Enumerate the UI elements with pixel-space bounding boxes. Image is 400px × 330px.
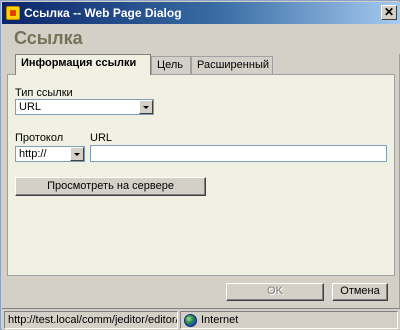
protocol-label: Протокол [15, 132, 64, 144]
link-type-label: Тип ссылки [15, 87, 73, 99]
page-dialog-icon [6, 6, 20, 20]
url-label: URL [90, 132, 113, 144]
close-button[interactable]: ✕ [381, 5, 397, 20]
link-type-select[interactable]: URL [15, 99, 154, 115]
globe-icon [184, 314, 197, 327]
browse-server-button[interactable]: Просмотреть на сервере [15, 177, 206, 196]
link-type-value: URL [19, 101, 42, 113]
security-zone: Internet [180, 311, 398, 329]
tab-panel: Тип ссылки URL Протокол http:// URL Прос… [7, 74, 395, 276]
dialog-header: Ссылка [2, 24, 400, 54]
chevron-down-icon[interactable] [70, 147, 84, 161]
tab-target[interactable]: Цель [151, 56, 191, 75]
chevron-down-icon[interactable] [139, 100, 153, 114]
ok-button[interactable]: OK [226, 283, 324, 301]
window-title: Ссылка -- Web Page Dialog [24, 6, 182, 20]
title-bar[interactable]: Ссылка -- Web Page Dialog ✕ [2, 2, 400, 24]
dialog-window: Ссылка -- Web Page Dialog ✕ Ссылка Инфор… [0, 0, 400, 330]
tab-advanced[interactable]: Расширенный [191, 56, 273, 75]
status-bar: http://test.local/comm/jeditor/editor/ I… [2, 308, 400, 330]
dialog-heading: Ссылка [14, 28, 83, 48]
zone-label: Internet [201, 314, 239, 326]
protocol-value: http:// [19, 148, 47, 160]
tab-link-info[interactable]: Информация ссылки [15, 54, 151, 75]
protocol-select[interactable]: http:// [15, 146, 85, 162]
status-url: http://test.local/comm/jeditor/editor/ [4, 311, 178, 329]
cancel-button[interactable]: Отмена [332, 283, 388, 301]
url-input[interactable] [90, 145, 387, 162]
